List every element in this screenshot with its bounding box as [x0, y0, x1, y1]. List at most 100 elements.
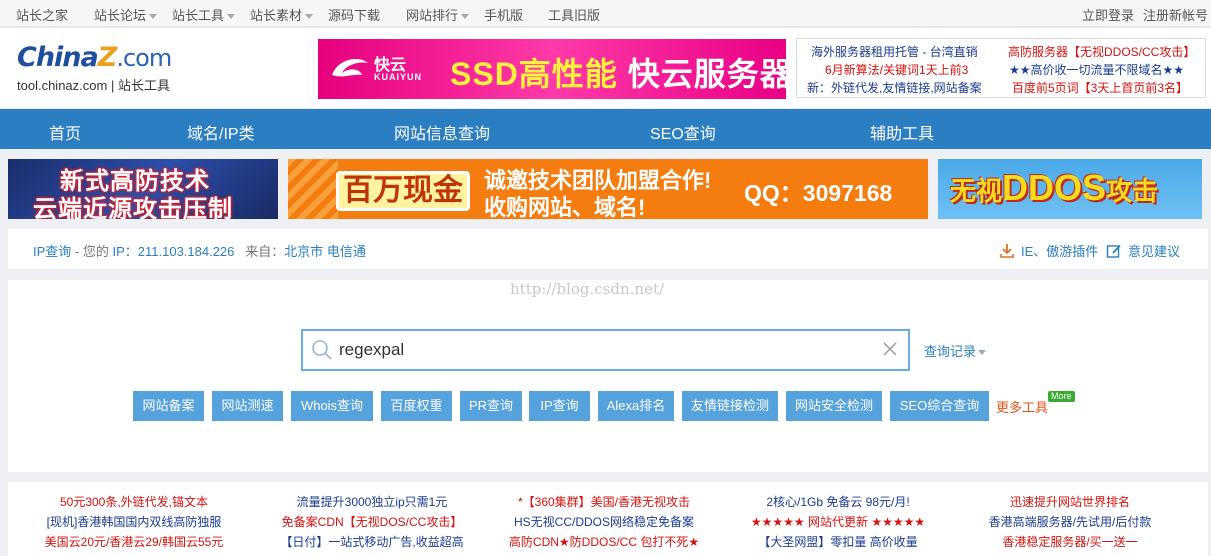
ad-link[interactable]: 迅速提升网站世界排名 [952, 492, 1188, 512]
tool-button-pr[interactable]: PR查询 [460, 391, 522, 421]
ad-column: *【360集群】美国/香港无视攻击 HS无视CC/DDOS网络稳定免备案 高防C… [486, 492, 722, 552]
tool-button-icp[interactable]: 网站备案 [133, 391, 204, 421]
chevron-down-icon [149, 14, 158, 20]
top-ad-slogan: SSD高性能 快云服务器 [450, 49, 786, 95]
ad-link[interactable]: 免备案CDN【无视DOS/CC攻击】 [254, 512, 490, 532]
chevron-down-icon [227, 14, 236, 20]
ad-column: 迅速提升网站世界排名 香港高端服务器/先试用/后付款 香港稳定服务器/买一送一 [952, 492, 1188, 552]
query-history-label: 查询记录 [924, 344, 977, 359]
text-ad-link[interactable]: 6月新算法/关键词1天上前3 [825, 61, 968, 78]
topbar-link-materials[interactable]: 站长素材 [250, 5, 314, 24]
nav-item-site-info[interactable]: 网站信息查询 [394, 120, 490, 144]
tool-button-security[interactable]: 网站安全检测 [786, 391, 882, 421]
kuaiyun-logo-en: KUAIYUN [374, 72, 423, 82]
ip-label: IP： [112, 244, 138, 259]
text-ad-link[interactable]: 海外服务器租用托管 - 台湾直销 [811, 43, 978, 60]
topbar-link-chinaz[interactable]: 站长之家 [16, 5, 68, 24]
banner-text: 云端近源攻击压制 [33, 196, 233, 219]
topbar-link-mobile[interactable]: 手机版 [484, 5, 523, 24]
tool-button-speed[interactable]: 网站测速 [212, 391, 283, 421]
query-history-dropdown[interactable]: 查询记录 [924, 341, 987, 360]
text-ad-link[interactable]: ★★高价收一切流量不限域名★★ [1009, 61, 1184, 78]
banner-stripes [288, 159, 338, 219]
nav-item-domain-ip[interactable]: 域名/IP类 [187, 120, 255, 144]
chevron-down-icon [461, 14, 470, 20]
search-input[interactable] [339, 337, 869, 363]
top-ad-banner[interactable]: 快云 KUAIYUN SSD高性能 快云服务器 [318, 39, 786, 99]
text-ad-link[interactable]: 百度前5页词【3天上首页前3名】 [1012, 79, 1188, 96]
ad-link[interactable]: HS无视CC/DDOS网络稳定免备案 [486, 512, 722, 532]
header: ChinaZ.com tool.chinaz.com | 站长工具 快云 KUA… [0, 28, 1211, 108]
logo-domain: tool.chinaz.com [17, 78, 108, 93]
ip-value: 211.103.184.226 [137, 244, 235, 259]
ad-banner-ddos[interactable]: 无视DDOS攻击 [938, 159, 1202, 219]
logo-brand-z: Z [97, 42, 118, 73]
search-box[interactable] [301, 329, 910, 371]
ad-link[interactable]: 流量提升3000独立ip只需1元 [254, 492, 490, 512]
ad-link[interactable]: [现机]香港韩国国内双线高防独服 [16, 512, 252, 532]
more-tools-link[interactable]: 更多工具 [996, 397, 1048, 416]
plugin-link-label: IE、傲游插件 [1021, 244, 1099, 259]
edit-icon [1106, 244, 1121, 258]
nav-item-aux-tools[interactable]: 辅助工具 [870, 120, 934, 144]
plugin-link[interactable]: IE、傲游插件 [999, 241, 1098, 260]
site-logo[interactable]: ChinaZ.com tool.chinaz.com | 站长工具 [17, 42, 217, 98]
text-ad-link[interactable]: 新：外链代发,友情链接,网站备案 [807, 79, 982, 96]
topbar-link-label: 站长论坛 [94, 8, 147, 23]
watermark-text: http://blog.csdn.net/ [510, 280, 665, 298]
kuaiyun-swirl-icon [332, 59, 368, 77]
topbar-link-label: 站长工具 [172, 8, 225, 23]
banner-qq: QQ：3097168 [744, 180, 893, 206]
ad-link[interactable]: *【360集群】美国/香港无视攻击 [486, 492, 722, 512]
top-ad-slogan-b: 快云服务器 [627, 56, 786, 92]
tool-button-friendlink[interactable]: 友情链接检测 [682, 391, 778, 421]
ad-link[interactable]: ★★★★★ 网站代更新 ★★★★★ [720, 512, 956, 532]
ad-link[interactable]: 高防CDN★防DDOS/CC 包打不死★ [486, 532, 722, 552]
ad-column: 50元300条,外链代发,锚文本 [现机]香港韩国国内双线高防独服 美国云20元… [16, 492, 252, 552]
logo-wordmark: ChinaZ.com [17, 42, 217, 73]
tool-button-whois[interactable]: Whois查询 [291, 391, 373, 421]
ad-banner-cash-partner[interactable]: 百万现金 诚邀技术团队加盟合作! 收购网站、域名! QQ：3097168 [288, 159, 928, 219]
tool-button-alexa[interactable]: Alexa排名 [598, 391, 674, 421]
topbar-link-ranking[interactable]: 网站排行 [406, 5, 470, 24]
feedback-link-label: 意见建议 [1128, 244, 1181, 259]
ad-link[interactable]: 【大圣网盟】零扣量 高价收量 [720, 532, 956, 552]
ad-link[interactable]: 香港高端服务器/先试用/后付款 [952, 512, 1188, 532]
topbar-link-oldtools[interactable]: 工具旧版 [548, 5, 600, 24]
chevron-down-icon [305, 14, 314, 20]
tool-button-seo-overall[interactable]: SEO综合查询 [890, 391, 989, 421]
feedback-link[interactable]: 意见建议 [1106, 241, 1180, 260]
ip-info-sep: - 您的 [71, 244, 113, 259]
topbar-link-forum[interactable]: 站长论坛 [94, 5, 158, 24]
banner-text: 无视DDOS攻击 [950, 167, 1158, 209]
search-panel: http://blog.csdn.net/ 查询记录 网站备案 网站测速 Who… [8, 280, 1208, 472]
ip-info-bar: IP查询 - 您的 IP：211.103.184.226 来自：北京市 电信通 … [8, 229, 1208, 269]
ad-banner-anti-ddos-tech[interactable]: 新式高防技术 云端近源攻击压制 [8, 159, 278, 219]
text-ad-links: 海外服务器租用托管 - 台湾直销 高防服务器【无视DDOS/CC攻击】 6月新算… [796, 38, 1206, 98]
tool-button-baidu-weight[interactable]: 百度权重 [381, 391, 452, 421]
topbar-link-source[interactable]: 源码下载 [328, 5, 380, 24]
ad-link[interactable]: 【日付】一站式移动广告,收益超高 [254, 532, 490, 552]
nav-item-seo[interactable]: SEO查询 [650, 120, 716, 144]
chevron-down-icon [978, 350, 987, 356]
nav-item-home[interactable]: 首页 [49, 120, 81, 144]
ad-link[interactable]: 50元300条,外链代发,锚文本 [16, 492, 252, 512]
ad-link[interactable]: 美国云20元/香港云29/韩国云55元 [16, 532, 252, 552]
ad-link[interactable]: 香港稳定服务器/买一送一 [952, 532, 1188, 552]
logo-subtitle: tool.chinaz.com | 站长工具 [17, 75, 217, 94]
topbar-link-tools[interactable]: 站长工具 [172, 5, 236, 24]
login-link[interactable]: 立即登录 [1082, 5, 1134, 24]
ad-link[interactable]: 2核心/1Gb 免备云 98元/月! [720, 492, 956, 512]
topbar-link-label: 站长素材 [250, 8, 303, 23]
register-link[interactable]: 注册新帐号 [1143, 5, 1208, 24]
tool-button-ip[interactable]: IP查询 [529, 391, 590, 421]
more-badge: More [1048, 391, 1075, 402]
banner-text-a: 无视 [950, 176, 1003, 206]
ip-query-link[interactable]: IP查询 [33, 244, 71, 259]
logo-brand-com: .com [116, 44, 172, 72]
close-icon[interactable] [882, 341, 898, 357]
ad-column: 2核心/1Gb 免备云 98元/月! ★★★★★ 网站代更新 ★★★★★ 【大圣… [720, 492, 956, 552]
banner-text-c: 攻击 [1106, 176, 1159, 206]
text-ad-link[interactable]: 高防服务器【无视DDOS/CC攻击】 [1008, 43, 1195, 60]
ip-from-value: 北京市 电信通 [284, 244, 366, 259]
